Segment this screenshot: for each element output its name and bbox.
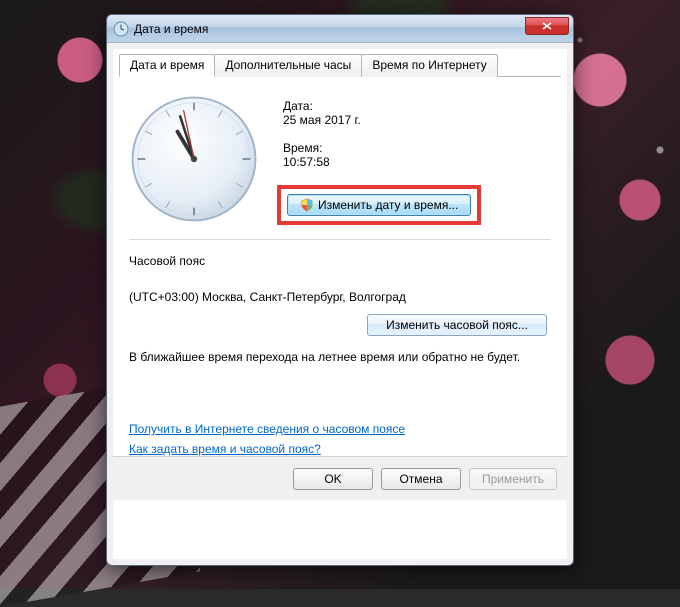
clock-app-icon <box>113 21 129 37</box>
tab-label: Дата и время <box>130 58 204 72</box>
titlebar[interactable]: Дата и время <box>107 15 573 43</box>
button-label: Изменить дату и время... <box>318 198 458 212</box>
divider <box>129 239 551 240</box>
dialog-footer: OK Отмена Применить <box>113 456 567 500</box>
button-label: Применить <box>482 472 544 486</box>
apply-button: Применить <box>469 468 557 490</box>
close-button[interactable] <box>525 17 569 35</box>
change-timezone-button[interactable]: Изменить часовой пояс... <box>367 314 547 336</box>
button-label: OK <box>324 472 341 486</box>
time-value: 10:57:58 <box>283 155 551 169</box>
cancel-button[interactable]: Отмена <box>381 468 461 490</box>
analog-clock <box>130 95 258 223</box>
change-date-time-button[interactable]: Изменить дату и время... <box>287 194 471 216</box>
ok-button[interactable]: OK <box>293 468 373 490</box>
tab-label: Время по Интернету <box>372 58 486 72</box>
window-title: Дата и время <box>134 22 525 36</box>
date-value: 25 мая 2017 г. <box>283 113 551 127</box>
link-timezone-info[interactable]: Получить в Интернете сведения о часовом … <box>129 422 405 436</box>
time-label: Время: <box>283 141 551 155</box>
date-time-dialog: Дата и время Дата и время Дополнительные… <box>106 14 574 566</box>
timezone-value: (UTC+03:00) Москва, Санкт-Петербург, Вол… <box>129 290 551 304</box>
tab-date-time[interactable]: Дата и время <box>119 54 215 77</box>
button-label: Отмена <box>399 472 442 486</box>
tab-internet-time[interactable]: Время по Интернету <box>361 54 497 77</box>
highlight-annotation: Изменить дату и время... <box>277 185 481 225</box>
timezone-heading: Часовой пояс <box>129 254 551 268</box>
close-icon <box>542 22 552 30</box>
button-label: Изменить часовой пояс... <box>386 318 528 332</box>
link-howto[interactable]: Как задать время и часовой пояс? <box>129 442 321 456</box>
date-label: Дата: <box>283 99 551 113</box>
tab-label: Дополнительные часы <box>225 58 351 72</box>
tab-panel-date-time: Дата: 25 мая 2017 г. Время: 10:57:58 Изм… <box>123 77 557 456</box>
tab-additional-clocks[interactable]: Дополнительные часы <box>214 54 362 77</box>
dst-notice: В ближайшее время перехода на летнее вре… <box>129 350 551 364</box>
tab-strip: Дата и время Дополнительные часы Время п… <box>119 53 561 77</box>
shield-icon <box>300 198 314 212</box>
client-area: Дата и время Дополнительные часы Время п… <box>113 49 567 559</box>
